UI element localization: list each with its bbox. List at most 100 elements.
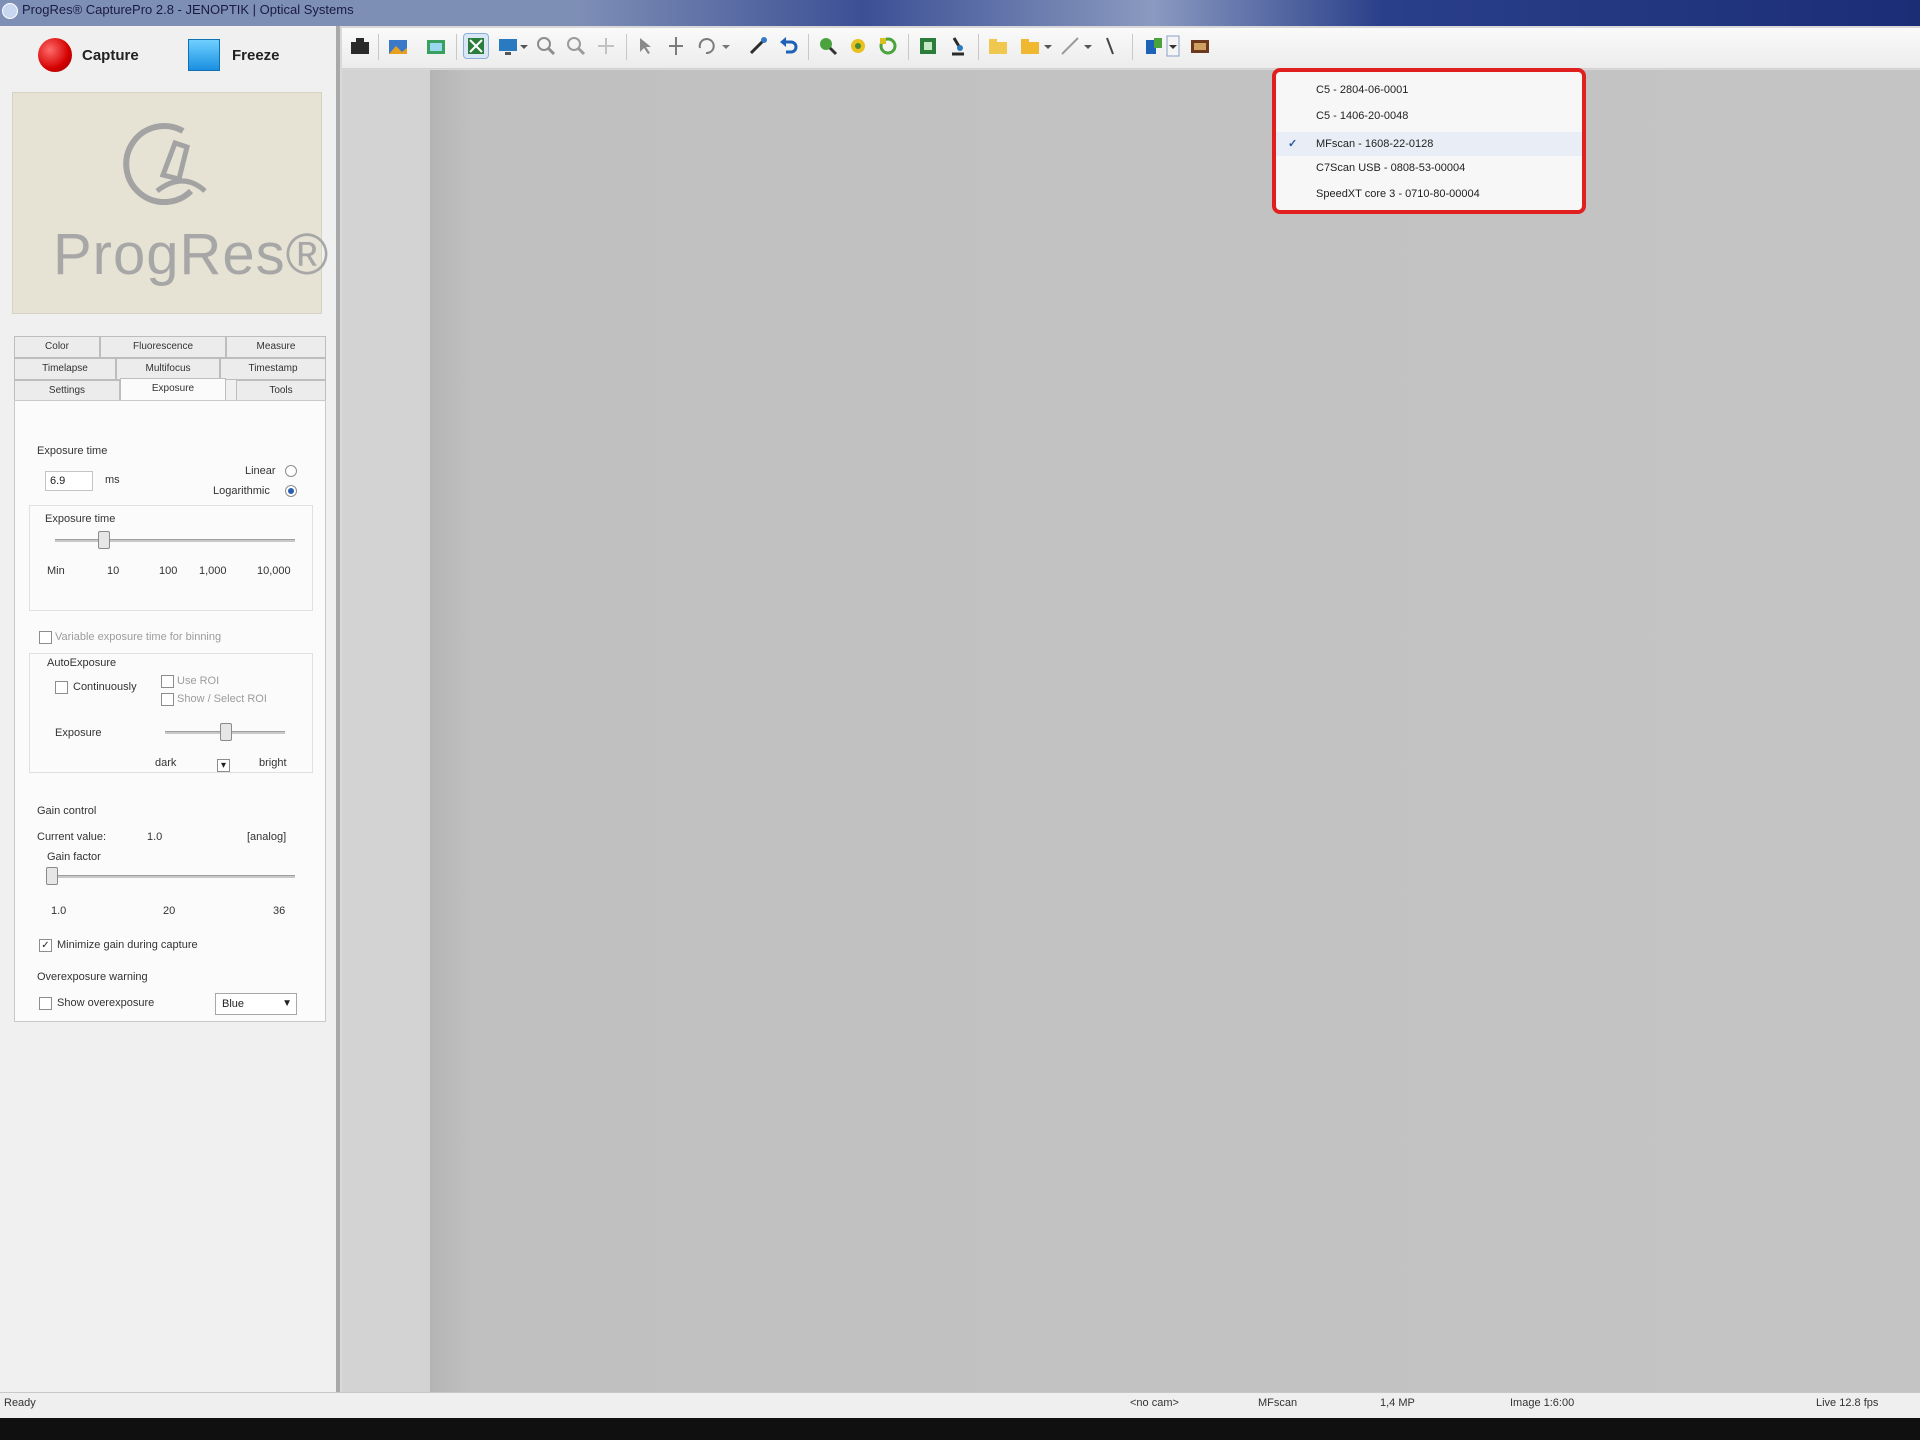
logarithmic-label: Logarithmic bbox=[213, 485, 270, 497]
tab-measure[interactable]: Measure bbox=[226, 336, 326, 358]
gain-slider-track[interactable] bbox=[51, 875, 295, 878]
camera-menu-item[interactable]: C5 - 1406-20-0048 bbox=[1316, 110, 1408, 122]
move-icon[interactable] bbox=[664, 34, 688, 58]
open-folder-icon[interactable] bbox=[1018, 34, 1042, 58]
continuously-label: Continuously bbox=[73, 681, 137, 693]
exposure-value-field[interactable]: 6.9 bbox=[45, 471, 93, 491]
refresh-icon[interactable] bbox=[876, 34, 900, 58]
checkmark-icon: ✓ bbox=[1288, 138, 1298, 150]
gain-current-value: 1.0 bbox=[147, 831, 163, 843]
chevron-down-icon[interactable] bbox=[518, 34, 530, 58]
viewport-margin bbox=[342, 70, 430, 1392]
camera-dropdown-menu: C5 - 2804-06-0001 C5 - 1406-20-0048 ✓ MF… bbox=[1272, 68, 1586, 214]
window-title: ProgRes® CapturePro 2.8 - JENOPTIK | Opt… bbox=[22, 2, 354, 17]
gain-mode: [analog] bbox=[247, 831, 287, 843]
rotate-icon[interactable] bbox=[694, 34, 718, 58]
image-icon[interactable] bbox=[386, 34, 410, 58]
camera-menu-item-selected[interactable]: ✓ MFscan - 1608-22-0128 bbox=[1276, 132, 1582, 156]
gain-tick-label: 20 bbox=[163, 905, 176, 917]
capture-button[interactable]: Capture bbox=[38, 38, 139, 72]
title-bar: ProgRes® CapturePro 2.8 - JENOPTIK | Opt… bbox=[0, 0, 1920, 26]
freeze-button[interactable]: Freeze bbox=[188, 38, 280, 72]
exposure-slider-label: Exposure time bbox=[45, 513, 116, 525]
freeze-icon bbox=[188, 39, 220, 71]
exposure-compensation-thumb[interactable] bbox=[220, 723, 232, 741]
minimize-gain-checkbox[interactable]: ✓ bbox=[39, 939, 52, 952]
exposure-slider-track[interactable] bbox=[55, 539, 295, 542]
zoom-out-icon[interactable] bbox=[564, 34, 588, 58]
use-roi-label: Use ROI bbox=[177, 675, 220, 687]
camera-select-dropdown[interactable] bbox=[1166, 34, 1180, 58]
wand-icon[interactable] bbox=[746, 34, 770, 58]
undo-icon[interactable] bbox=[776, 34, 800, 58]
exposure-reset-button[interactable]: ▾ bbox=[217, 759, 230, 772]
tab-timelapse[interactable]: Timelapse bbox=[14, 358, 116, 380]
overexposure-color-select[interactable]: Blue ▼ bbox=[215, 993, 297, 1015]
gain-tick-label: 36 bbox=[273, 905, 286, 917]
tab-color[interactable]: Color bbox=[14, 336, 100, 358]
capture-button-row: Capture Freeze bbox=[8, 32, 330, 80]
freeze-label: Freeze bbox=[232, 46, 280, 64]
chevron-down-icon[interactable] bbox=[720, 34, 732, 58]
chevron-down-icon[interactable] bbox=[1042, 34, 1054, 58]
tab-settings[interactable]: Settings bbox=[14, 380, 120, 402]
main-toolbar bbox=[342, 28, 1920, 69]
taskbar-strip bbox=[0, 1418, 1920, 1440]
show-roi-checkbox[interactable] bbox=[161, 693, 174, 706]
toolbar-separator bbox=[456, 34, 457, 60]
show-overexposure-checkbox[interactable] bbox=[39, 997, 52, 1010]
autoexposure-heading: AutoExposure bbox=[47, 657, 117, 669]
zoom-in-icon[interactable] bbox=[534, 34, 558, 58]
progres-logo: ProgRes® bbox=[12, 92, 328, 314]
tab-fluorescence[interactable]: Fluorescence bbox=[100, 336, 226, 358]
minimize-gain-label: Minimize gain during capture bbox=[57, 939, 198, 951]
fit-window-icon[interactable] bbox=[463, 33, 489, 59]
pointer-icon[interactable] bbox=[634, 34, 658, 58]
variable-exposure-checkbox[interactable] bbox=[39, 631, 52, 644]
continuously-checkbox[interactable] bbox=[55, 681, 68, 694]
microscope-icon[interactable] bbox=[946, 34, 970, 58]
monitor-icon[interactable] bbox=[496, 34, 520, 58]
status-live-fps: Live 12.8 fps bbox=[1816, 1397, 1879, 1409]
gain-current-label: Current value: bbox=[37, 831, 107, 843]
settings-icon[interactable] bbox=[846, 34, 870, 58]
tab-exposure[interactable]: Exposure bbox=[120, 378, 226, 401]
image-viewport[interactable] bbox=[342, 70, 1920, 1392]
live-image[interactable] bbox=[430, 70, 1920, 1392]
use-roi-checkbox[interactable] bbox=[161, 675, 174, 688]
film-icon[interactable] bbox=[1188, 34, 1212, 58]
chevron-down-icon: ▼ bbox=[282, 998, 292, 1009]
left-panel: Capture Freeze ProgRes® Color Fluorescen… bbox=[0, 26, 340, 1406]
camera-menu-item[interactable]: SpeedXT core 3 - 0710-80-00004 bbox=[1316, 188, 1480, 200]
crop-icon[interactable] bbox=[916, 34, 940, 58]
camera-icon[interactable] bbox=[348, 34, 372, 58]
pan-icon[interactable] bbox=[594, 34, 618, 58]
bright-label: bright bbox=[259, 757, 287, 769]
gallery-icon[interactable] bbox=[424, 34, 448, 58]
logarithmic-radio[interactable] bbox=[285, 485, 297, 497]
toolbar-separator bbox=[1132, 34, 1133, 60]
toolbar-separator bbox=[908, 34, 909, 60]
tab-multifocus[interactable]: Multifocus bbox=[116, 358, 220, 380]
toolbar-separator bbox=[808, 34, 809, 60]
logo-text: ProgRes® bbox=[53, 222, 330, 287]
tab-tools[interactable]: Tools bbox=[236, 380, 326, 402]
exposure-unit: ms bbox=[105, 474, 120, 486]
gain-control-heading: Gain control bbox=[37, 805, 97, 817]
gain-slider-thumb[interactable] bbox=[46, 867, 58, 885]
tab-timestamp[interactable]: Timestamp bbox=[220, 358, 326, 380]
overexposure-color-value: Blue bbox=[222, 998, 245, 1010]
folder-icon[interactable] bbox=[986, 34, 1010, 58]
chevron-down-icon[interactable] bbox=[1082, 34, 1094, 58]
camera-menu-item[interactable]: C5 - 2804-06-0001 bbox=[1316, 84, 1408, 96]
camera-menu-item[interactable]: C7Scan USB - 0808-53-00004 bbox=[1316, 162, 1465, 174]
exposure-tick-label: Min bbox=[47, 565, 65, 577]
camera-select-icon[interactable] bbox=[1142, 34, 1166, 58]
exposure-slider-thumb[interactable] bbox=[98, 531, 110, 549]
linear-radio[interactable] bbox=[285, 465, 297, 477]
search-icon[interactable] bbox=[816, 34, 840, 58]
probe-icon[interactable] bbox=[1098, 34, 1122, 58]
gain-tick-label: 1.0 bbox=[51, 905, 67, 917]
record-icon bbox=[38, 38, 72, 72]
line-tool-icon[interactable] bbox=[1058, 34, 1082, 58]
